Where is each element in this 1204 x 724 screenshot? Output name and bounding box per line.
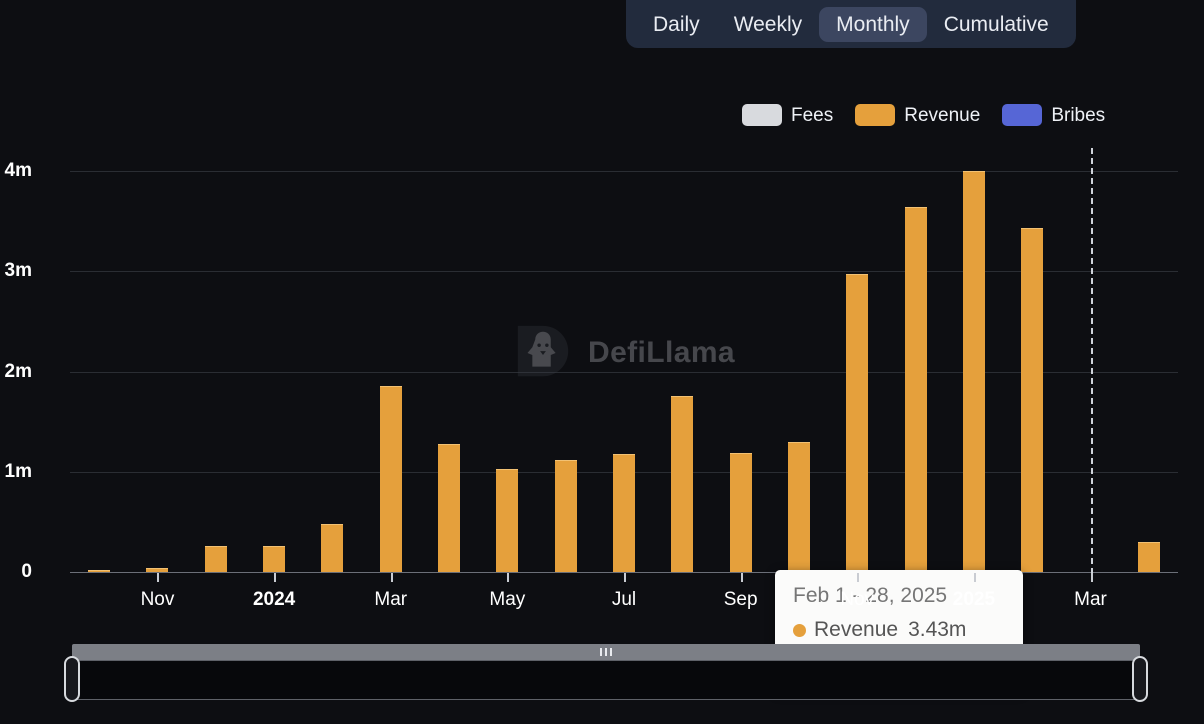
bar-revenue[interactable] xyxy=(321,524,343,572)
interval-tab-weekly[interactable]: Weekly xyxy=(717,7,819,42)
legend-swatch-revenue xyxy=(855,104,895,126)
y-axis-label: 2m xyxy=(0,361,32,383)
chart-screen: DailyWeeklyMonthlyCumulative Fees Revenue… xyxy=(0,0,1204,724)
x-axis-tick xyxy=(974,573,976,582)
x-axis-tick xyxy=(274,573,276,582)
x-axis-tick xyxy=(1091,573,1093,582)
tooltip-series-name: Revenue xyxy=(814,615,898,645)
interval-tab-daily[interactable]: Daily xyxy=(636,7,717,42)
tooltip-row: Revenue 3.43m xyxy=(793,615,1005,645)
range-slider-grip-icon[interactable] xyxy=(600,648,612,656)
y-axis-label: 3m xyxy=(0,260,32,282)
x-axis-tick xyxy=(391,573,393,582)
bar-revenue[interactable] xyxy=(613,454,635,572)
bar-revenue[interactable] xyxy=(496,469,518,572)
legend-item-bribes[interactable]: Bribes xyxy=(1002,104,1105,126)
legend-label: Bribes xyxy=(1051,106,1105,125)
y-axis-label: 1m xyxy=(0,461,32,483)
bar-revenue[interactable] xyxy=(263,546,285,572)
bar-revenue[interactable] xyxy=(380,386,402,572)
bar-revenue[interactable] xyxy=(788,442,810,572)
range-slider-track[interactable] xyxy=(72,644,1140,660)
plot-area: 01m2m3m4m xyxy=(70,151,1178,572)
bar-revenue[interactable] xyxy=(905,207,927,572)
interval-tab-cumulative[interactable]: Cumulative xyxy=(927,7,1066,42)
y-axis-label: 0 xyxy=(0,561,32,583)
bar-revenue[interactable] xyxy=(88,570,110,572)
x-axis-label: Nov xyxy=(840,589,874,611)
bar-revenue[interactable] xyxy=(846,274,868,572)
range-slider[interactable] xyxy=(72,644,1140,706)
x-axis-label: May xyxy=(489,589,525,611)
bar-revenue[interactable] xyxy=(1021,228,1043,572)
bar-revenue[interactable] xyxy=(730,453,752,572)
x-axis-tick xyxy=(741,573,743,582)
x-axis-label: Mar xyxy=(1074,589,1107,611)
legend-label: Fees xyxy=(791,106,833,125)
chart-legend: Fees Revenue Bribes xyxy=(742,104,1127,126)
x-axis-label: 2024 xyxy=(253,589,295,611)
legend-label: Revenue xyxy=(904,106,980,125)
interval-tab-monthly[interactable]: Monthly xyxy=(819,7,927,42)
x-axis-tick xyxy=(624,573,626,582)
tooltip-series-value: 3.43m xyxy=(908,615,966,645)
bar-revenue[interactable] xyxy=(555,460,577,572)
tooltip-dot xyxy=(793,624,806,637)
range-slider-handle-left[interactable] xyxy=(64,656,80,702)
y-gridline xyxy=(70,171,1178,172)
legend-item-fees[interactable]: Fees xyxy=(742,104,833,126)
y-axis-label: 4m xyxy=(0,160,32,182)
x-axis-label: Nov xyxy=(141,589,175,611)
x-axis-tick xyxy=(157,573,159,582)
x-axis-label: Mar xyxy=(374,589,407,611)
interval-tab-bar: DailyWeeklyMonthlyCumulative xyxy=(626,0,1076,48)
bar-revenue[interactable] xyxy=(671,396,693,572)
legend-swatch-bribes xyxy=(1002,104,1042,126)
x-axis-tick xyxy=(507,573,509,582)
x-axis-label: Sep xyxy=(724,589,758,611)
bar-revenue[interactable] xyxy=(1138,542,1160,572)
x-axis-label: 2025 xyxy=(953,589,995,611)
x-axis-tick xyxy=(857,573,859,582)
bar-revenue[interactable] xyxy=(438,444,460,572)
y-gridline xyxy=(70,372,1178,373)
legend-swatch-fees xyxy=(742,104,782,126)
current-period-marker-line xyxy=(1091,148,1093,574)
legend-item-revenue[interactable]: Revenue xyxy=(855,104,980,126)
range-slider-handle-right[interactable] xyxy=(1132,656,1148,702)
bar-revenue[interactable] xyxy=(205,546,227,572)
x-axis-label: Jul xyxy=(612,589,636,611)
y-gridline xyxy=(70,271,1178,272)
bar-revenue[interactable] xyxy=(963,171,985,572)
range-slider-window[interactable] xyxy=(72,660,1140,700)
bar-revenue[interactable] xyxy=(146,568,168,572)
